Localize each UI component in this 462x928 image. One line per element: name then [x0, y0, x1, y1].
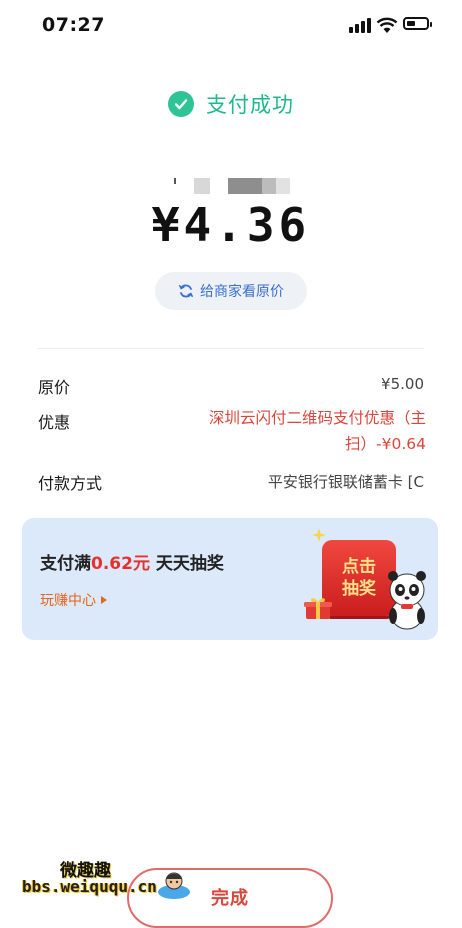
success-title: 支付成功 [206, 93, 294, 117]
divider [38, 348, 424, 349]
draw-label-line-1: 点击 [342, 557, 376, 577]
check-icon [168, 91, 194, 117]
original-price-label: 原价 [38, 378, 71, 397]
lottery-promo-banner[interactable]: 支付满0.62元 天天抽奖 玩赚中心 点击 抽奖 [22, 518, 438, 640]
promo-title: 支付满0.62元 天天抽奖 [40, 549, 224, 574]
payment-method-value: 平安银行银联储蓄卡 [C [267, 473, 424, 491]
arrow-right-icon [101, 596, 107, 604]
refresh-icon [179, 284, 193, 298]
battery-icon [403, 17, 432, 30]
mascot-icon [158, 872, 190, 899]
status-time: 07:27 [42, 14, 105, 36]
merchant-name-redacted [170, 178, 292, 194]
earn-center-link[interactable]: 玩赚中心 [40, 590, 107, 610]
original-price-value: ¥5.00 [381, 375, 424, 393]
earn-center-label: 玩赚中心 [40, 593, 96, 609]
discount-label: 优惠 [38, 413, 71, 432]
panda-icon [388, 571, 426, 630]
draw-label-line-2: 抽奖 [342, 579, 376, 599]
signal-icon [349, 18, 371, 33]
gift-icon [304, 598, 332, 619]
discount-line-1: 深圳云闪付二维码支付优惠（主 [208, 409, 426, 427]
sparkle-icon [312, 528, 326, 542]
view-original-price-button[interactable]: 给商家看原价 [155, 272, 307, 310]
discount-line-2: 扫）-¥0.64 [345, 435, 426, 453]
payment-method-label: 付款方式 [38, 474, 103, 493]
promo-title-prefix: 支付满 [40, 554, 91, 574]
wifi-icon [376, 17, 398, 33]
discount-value: 深圳云闪付二维码支付优惠（主 扫）-¥0.64 [190, 405, 426, 457]
success-header: 支付成功 [0, 86, 462, 122]
payment-amount: ¥4.36 [151, 198, 311, 252]
promo-title-amount: 0.62元 [91, 554, 150, 574]
promo-title-suffix: 天天抽奖 [155, 554, 224, 574]
status-bar: 07:27 [0, 0, 462, 50]
view-original-price-label: 给商家看原价 [200, 284, 284, 300]
watermark-url: bbs.weiququ.cn [22, 877, 157, 896]
